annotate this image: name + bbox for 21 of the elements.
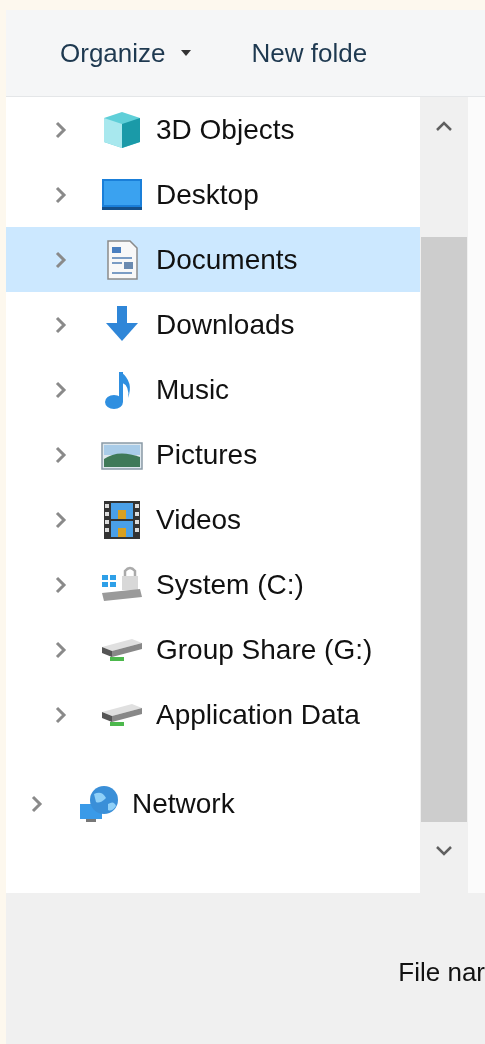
new-folder-button[interactable]: New folde xyxy=(241,31,378,75)
scroll-down-icon[interactable] xyxy=(436,846,452,856)
tree-item[interactable]: Videos xyxy=(6,487,420,552)
caret-icon xyxy=(179,48,192,58)
tree-item[interactable]: Downloads xyxy=(6,292,420,357)
tree-item[interactable]: Group Share (G:) xyxy=(6,617,420,682)
tree-item[interactable]: Application Data xyxy=(6,682,420,747)
tree-item[interactable]: System (C:) xyxy=(6,552,420,617)
drive-icon xyxy=(100,636,144,663)
organize-menu[interactable]: Organize xyxy=(50,31,202,75)
drive-icon xyxy=(100,701,144,728)
scrollbar-thumb[interactable] xyxy=(421,237,467,822)
tree-item[interactable]: Pictures xyxy=(6,422,420,487)
scrollbar[interactable] xyxy=(420,97,468,893)
tree-item[interactable]: Desktop xyxy=(6,162,420,227)
tree-item[interactable]: Music xyxy=(6,357,420,422)
tree-item[interactable]: Network xyxy=(6,771,420,836)
scroll-up-icon[interactable] xyxy=(436,121,452,131)
file-name-label: File nar xyxy=(398,957,485,988)
tree-item[interactable]: Documents xyxy=(6,227,420,292)
tree-item[interactable]: 3D Objects xyxy=(6,97,420,162)
